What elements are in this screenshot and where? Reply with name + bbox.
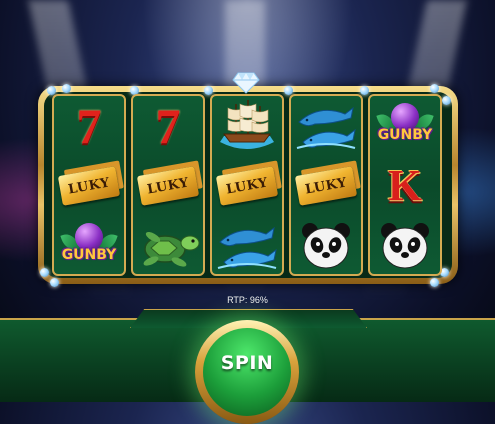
seven-symbol: 7 — [155, 97, 181, 154]
luky-gold-bar-icon: LUKY — [57, 165, 121, 206]
reel-3: LUKY — [210, 94, 284, 276]
reel-symbol-panda — [370, 216, 440, 275]
dolphins-icon — [296, 106, 356, 149]
gem-icon — [204, 86, 213, 95]
reel-4: LUKY — [289, 94, 363, 276]
panda-icon — [381, 222, 429, 268]
luky-gold-bar-icon: LUKY — [294, 165, 358, 206]
gem-icon — [50, 278, 59, 287]
reel-symbol-gunby: GUNBY — [370, 96, 440, 155]
reel-symbol-seven: 7 — [54, 96, 124, 155]
sailing-ship-icon — [220, 99, 274, 149]
reel-symbol-luky: LUKY — [133, 156, 203, 215]
gem-icon — [430, 278, 439, 287]
gem-icon — [442, 96, 451, 105]
gem-icon — [430, 84, 439, 93]
turtle-icon — [143, 231, 200, 267]
luky-gold-bar-icon: LUKY — [136, 165, 200, 206]
reel-symbol-ship — [212, 96, 282, 155]
reel-symbol-dolphins — [291, 96, 361, 155]
reel-symbol-luky: LUKY — [54, 156, 124, 215]
reel-1: 7 LUKY GUNBY — [52, 94, 126, 276]
reel-symbol-luky: LUKY — [212, 156, 282, 215]
seven-symbol: 7 — [76, 97, 102, 154]
rtp-label: RTP: 96% — [227, 295, 268, 305]
diamond-icon — [232, 72, 260, 94]
reel-symbol-k: K — [370, 156, 440, 215]
luky-gold-bar-icon: LUKY — [215, 165, 279, 206]
reel-2: 7 LUKY — [131, 94, 205, 276]
gem-icon — [40, 268, 49, 277]
reel-symbol-panda — [291, 216, 361, 275]
reel-symbol-turtle — [133, 216, 203, 275]
reel-symbol-seven: 7 — [133, 96, 203, 155]
spin-button-label: SPIN — [220, 352, 274, 374]
spin-button[interactable]: SPIN — [203, 328, 291, 416]
reel-symbol-luky: LUKY — [291, 156, 361, 215]
gem-icon — [62, 84, 71, 93]
reel-5: GUNBY K — [368, 94, 442, 276]
panda-icon — [302, 222, 350, 268]
reel-symbol-dolphins — [212, 216, 282, 275]
gem-icon — [360, 86, 369, 95]
gunby-emblem-icon: GUNBY — [59, 221, 119, 271]
k-symbol: K — [387, 160, 423, 210]
dolphins-icon — [217, 226, 277, 269]
reel-symbol-gunby: GUNBY — [54, 216, 124, 275]
gunby-emblem-icon: GUNBY — [375, 101, 435, 151]
